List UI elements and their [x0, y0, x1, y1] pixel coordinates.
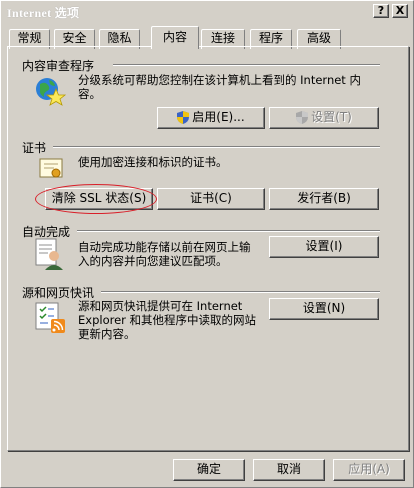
autocomplete-description-1: 自动完成功能存储以前在网页上输: [78, 240, 251, 254]
divider: [113, 64, 380, 66]
feeds-description-3: 更新内容。: [78, 327, 136, 341]
title-bar: Internet 选项 ? X: [3, 3, 411, 20]
content-advisor-settings-label: 设置(T): [311, 110, 352, 124]
internet-options-dialog: Internet 选项 ? X 常规 安全 隐私 内容 连接 程序 高级 内容审…: [0, 0, 414, 488]
publishers-button[interactable]: 发行者(B): [269, 188, 379, 210]
feeds-description-1: 源和网页快讯提供可在 Internet: [78, 299, 243, 313]
divider: [53, 146, 380, 148]
content-advisor-description-1: 分级系统可帮助您控制在该计算机上看到的 Internet 内: [78, 73, 361, 87]
divider: [77, 230, 380, 232]
content-advisor-settings-button[interactable]: 设置(T): [269, 107, 379, 129]
uac-shield-icon: [296, 111, 309, 124]
feeds-icon: [35, 302, 65, 333]
feeds-settings-button[interactable]: 设置(N): [269, 298, 379, 320]
content-advisor-description-2: 容。: [78, 87, 101, 101]
globe-star-icon: [36, 78, 66, 106]
tab-strip: 常规 安全 隐私 内容 连接 程序 高级: [7, 26, 407, 49]
apply-button[interactable]: 应用(A): [333, 459, 405, 481]
certificates-heading: 证书: [22, 139, 51, 156]
feeds-description-2: Explorer 和其他程序中读取的网站: [78, 313, 257, 327]
ok-button[interactable]: 确定: [173, 459, 245, 481]
help-button[interactable]: ?: [373, 4, 389, 18]
cancel-button[interactable]: 取消: [253, 459, 325, 481]
divider: [101, 291, 380, 293]
annotation-circle: [35, 184, 157, 214]
autocomplete-user-icon: [35, 238, 63, 270]
autocomplete-description-2: 入的内容并向您建议匹配项。: [78, 254, 228, 268]
window-title: Internet 选项: [7, 6, 80, 20]
enable-button-label: 启用(E)...: [192, 110, 245, 124]
autocomplete-settings-button[interactable]: 设置(I): [269, 236, 379, 258]
tab-content[interactable]: 内容: [151, 26, 199, 49]
uac-shield-icon: [177, 111, 190, 124]
certificates-description: 使用加密连接和标识的证书。: [78, 155, 228, 169]
certificate-icon: [39, 158, 63, 178]
close-button[interactable]: X: [392, 4, 408, 18]
certificates-button[interactable]: 证书(C): [157, 188, 265, 210]
enable-button[interactable]: 启用(E)...: [157, 107, 265, 129]
content-advisor-heading: 内容审查程序: [22, 57, 99, 74]
